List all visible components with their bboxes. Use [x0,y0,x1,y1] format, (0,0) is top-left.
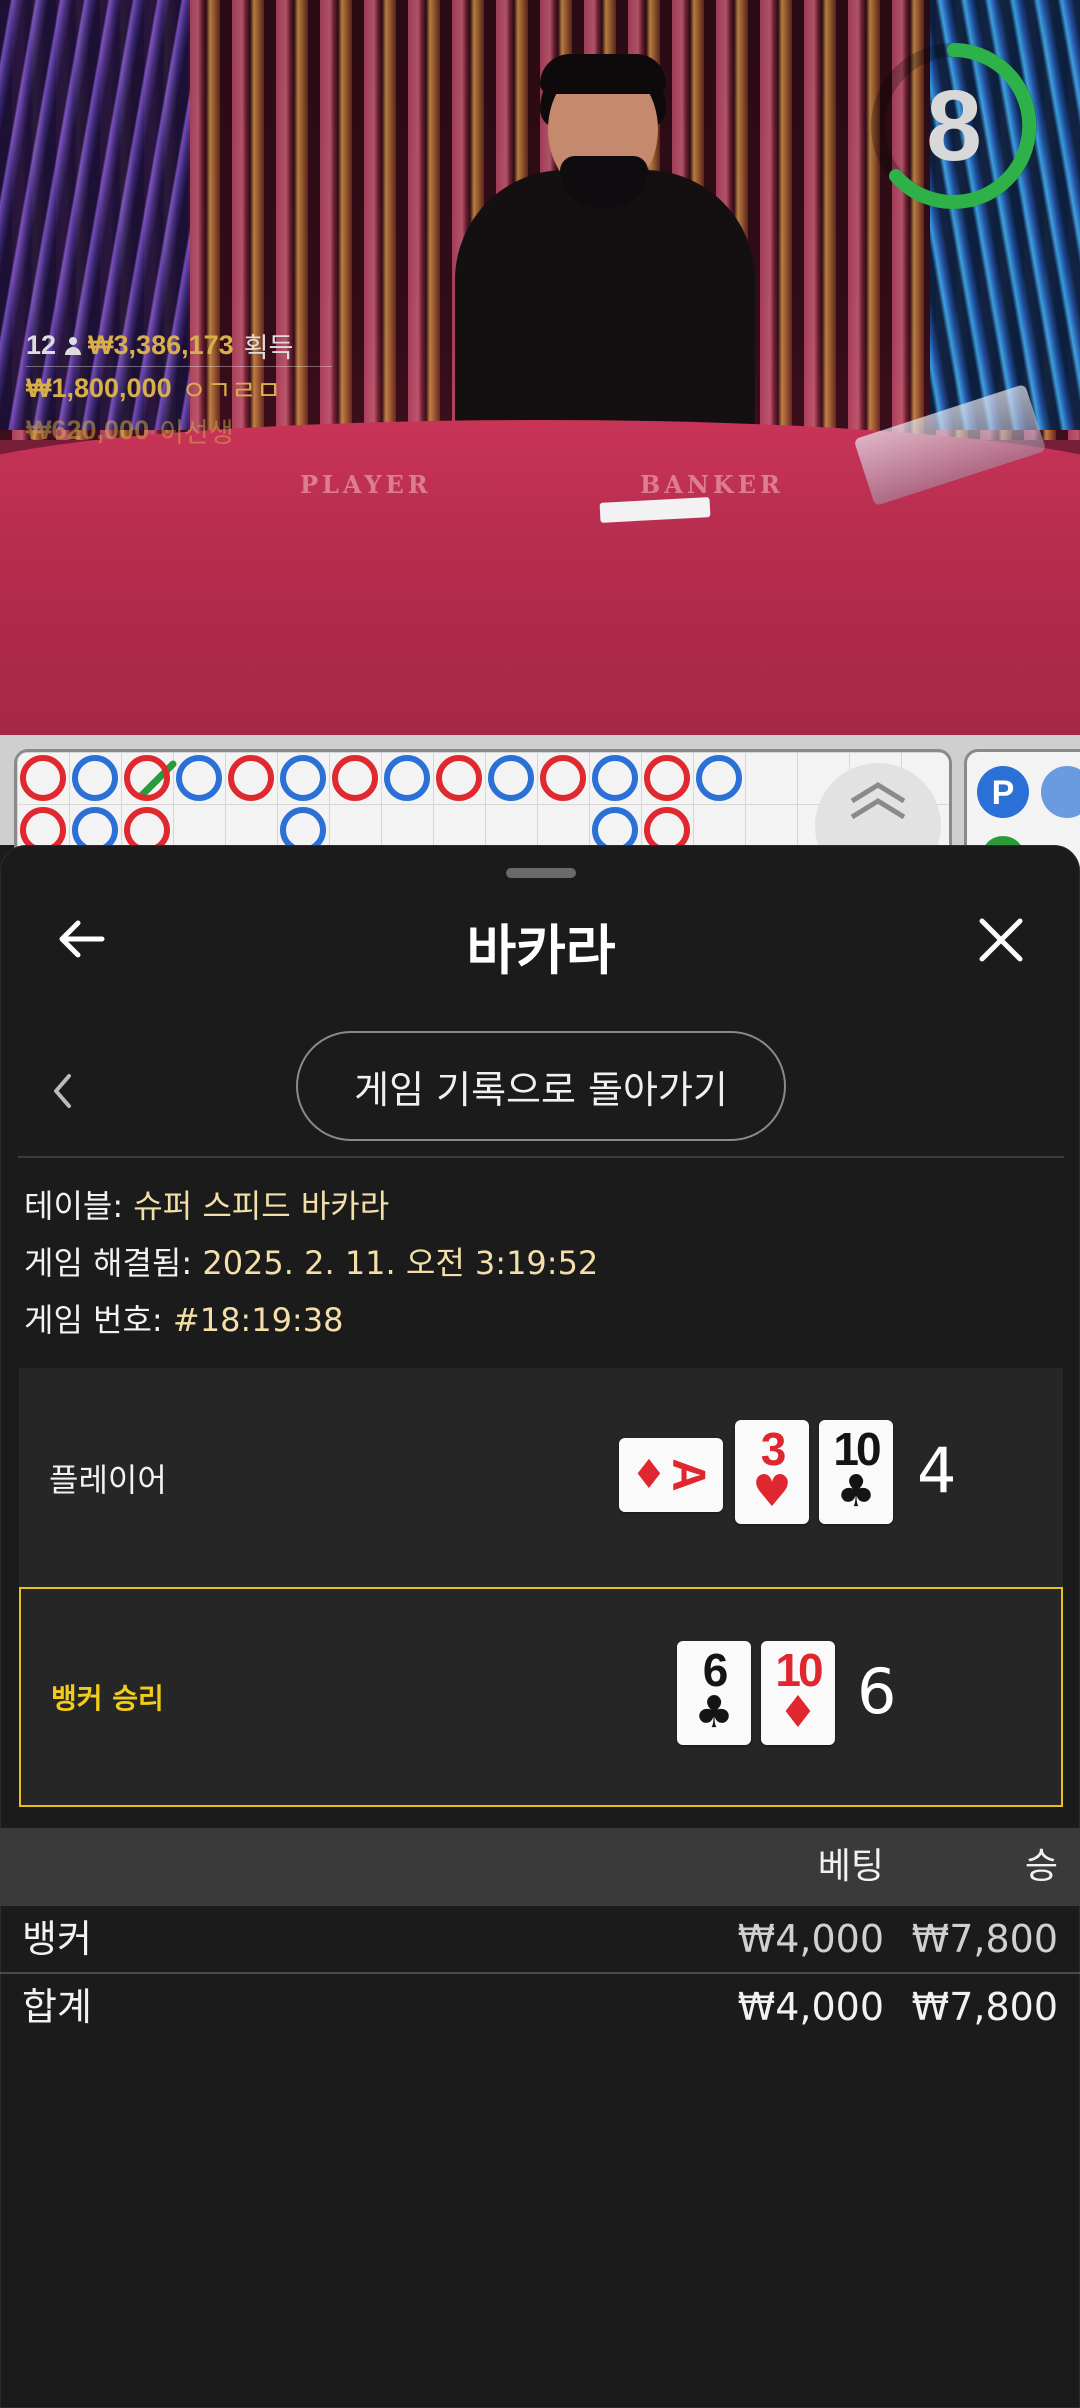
bead-banker [436,755,482,801]
info-table-label: 테이블: [24,1187,124,1225]
bead-banker [20,755,66,801]
divider [18,1156,1064,1158]
card-sideways: ♦ A [619,1438,723,1512]
bet-row: 뱅커 ₩4,000 ₩7,800 [0,1906,1080,1972]
bead-banker [332,755,378,801]
info-game-number: 게임 번호: #18:19:38 [24,1295,343,1341]
info-table: 테이블: 슈퍼 스피드 바카라 [24,1181,389,1227]
back-to-history-button[interactable]: 게임 기록으로 돌아가기 [296,1031,786,1141]
info-game-number-label: 게임 번호: [24,1301,163,1339]
bead-player [176,755,222,801]
bead-banker [228,755,274,801]
scoreboard-area: P [0,735,1080,889]
game-history-sheet: 바카라 게임 기록으로 돌아가기 테이블: 슈퍼 스피드 바카라 게임 해결됨:… [0,845,1080,2408]
chevron-up-icon [850,782,906,820]
bead-player [72,755,118,801]
bets-col-bet: 베팅 [817,1846,884,1887]
card-suit: ♣ [836,1466,876,1517]
bead-player [384,755,430,801]
svg-text:P: P [992,774,1015,812]
banker-total: 6 [857,1655,897,1728]
bet-total-amount: ₩4,000 [737,1985,884,2029]
player-label: 플레이어 [49,1461,167,1499]
close-button[interactable] [969,908,1033,972]
info-table-value: 슈퍼 스피드 바카라 [133,1187,390,1225]
top-winner-amount: ₩1,800,000 [26,372,172,403]
bead-banker [540,755,586,801]
bead-banker [124,755,170,801]
card-suit: ♦ [778,1687,818,1738]
playing-card: ♦ A [619,1438,723,1512]
top-winner-amount: ₩620,000 [26,414,150,445]
winners-summary: 12 ₩3,386,173 획득 [26,325,332,367]
dealer [455,170,755,460]
bead-banker [644,755,690,801]
bet-win: ₩7,800 [911,1917,1058,1961]
bead-player [488,755,534,801]
bead-player [696,755,742,801]
player-hand: 플레이어 ♦ A 3 ♥ 10 ♣ 4 [19,1368,1063,1588]
bet-name: 뱅커 [22,1917,92,1961]
table-label-banker: BANKER [640,470,784,499]
banker-hand: 뱅커 승리 6 ♣ 10 ♦ 6 [19,1587,1063,1807]
banker-win-label: 뱅커 승리 [51,1682,164,1715]
countdown-timer: 8 [870,42,1038,210]
card-suit: ♣ [694,1687,734,1738]
player-total: 4 [917,1434,957,1507]
top-winner: ₩620,000 이선생 [26,409,332,451]
bet-total-row: 합계 ₩4,000 ₩7,800 [0,1974,1080,2040]
info-game-number-value: #18:19:38 [172,1301,344,1339]
playing-card: 10 ♣ [819,1420,893,1524]
info-resolved: 게임 해결됨: 2025. 2. 11. 오전 3:19:52 [24,1238,598,1284]
info-resolved-value: 2025. 2. 11. 오전 3:19:52 [202,1244,599,1282]
winner-count: 12 [26,330,57,360]
sheet-drag-handle[interactable] [506,868,576,878]
bet-amount: ₩4,000 [737,1917,884,1961]
table-label-player: PLAYER [300,470,432,499]
bead-player [592,755,638,801]
chevron-left-icon [54,1074,71,1108]
bets-header: 베팅 승 [0,1828,1080,1906]
bets-col-win: 승 [1024,1846,1058,1887]
playing-card: 6 ♣ [677,1641,751,1745]
close-icon [979,918,1023,962]
bet-total-name: 합계 [22,1985,92,2029]
bead-player [280,755,326,801]
timer-value: 8 [926,70,982,182]
top-winner-name: ㅇㄱㄹㅁ [181,375,281,406]
sheet-title: 바카라 [466,919,616,982]
card-suit: ♦ [631,1452,667,1498]
card-rank: A [663,1458,716,1492]
total-win: ₩3,386,173 [88,330,234,360]
person-icon [64,336,82,355]
info-resolved-label: 게임 해결됨: [24,1244,193,1282]
card-suit: ♥ [752,1466,792,1517]
top-winner-name: 이선생 [159,417,234,448]
playing-card: 10 ♦ [761,1641,835,1745]
top-winner: ₩1,800,000 ㅇㄱㄹㅁ [26,367,332,409]
winners-panel: 12 ₩3,386,173 획득 ₩1,800,000 ㅇㄱㄹㅁ ₩620,00… [26,325,332,451]
playing-card: 3 ♥ [735,1420,809,1524]
bet-total-win: ₩7,800 [911,1985,1058,2029]
previous-round-button[interactable] [45,1066,79,1116]
live-video: PLAYER BANKER 8 12 ₩3,386,173 획득 ₩1,800,… [0,0,1080,735]
dealer-hair-top [540,54,666,94]
total-win-label: 획득 [243,333,294,363]
